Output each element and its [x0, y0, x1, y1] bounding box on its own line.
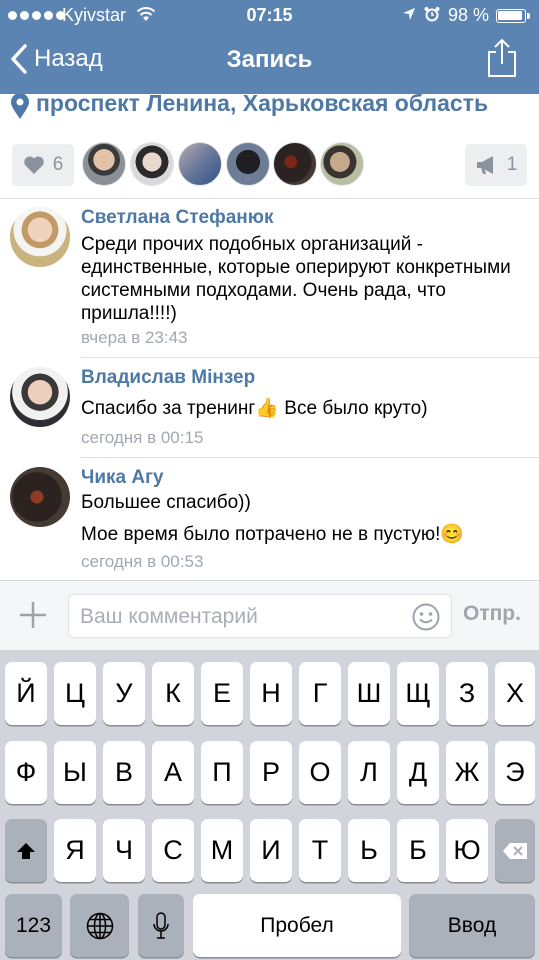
plus-icon[interactable]: [18, 600, 48, 630]
key[interactable]: Щ: [397, 662, 439, 725]
key[interactable]: Ц: [54, 662, 96, 725]
avatar[interactable]: [10, 207, 70, 267]
top-bar: Kyivstar 07:15 98 % Назад Запись: [0, 0, 539, 94]
liker-avatar[interactable]: [273, 142, 317, 186]
numbers-key[interactable]: 123: [5, 894, 62, 957]
key[interactable]: Л: [348, 741, 390, 804]
comment-text: Среди прочих подобных организаций - един…: [81, 234, 511, 324]
map-pin-icon: [11, 94, 29, 119]
keyboard: Й Ц У К Е Н Г Ш Щ З Х Ф Ы В А П Р О Л Д …: [0, 650, 539, 960]
comment-text-part: Спасибо за тренинг: [81, 398, 256, 419]
comment-text-part: Мое время было потрачено не в пустую!: [81, 524, 441, 545]
key[interactable]: Ю: [446, 819, 488, 882]
key[interactable]: Ь: [348, 819, 390, 882]
battery-percent: 98 %: [448, 5, 490, 25]
key[interactable]: З: [446, 662, 488, 725]
backspace-key[interactable]: [495, 819, 535, 882]
key[interactable]: О: [299, 741, 341, 804]
comment-timestamp: сегодня в 00:15: [81, 428, 204, 447]
key[interactable]: Й: [5, 662, 47, 725]
key[interactable]: Ф: [5, 741, 47, 804]
backspace-icon: [503, 842, 527, 859]
key[interactable]: М: [201, 819, 243, 882]
microphone-icon: [153, 911, 169, 939]
comment-text-line: Большее спасибо)): [81, 492, 251, 513]
comment-text-part: Все было круто): [279, 398, 428, 419]
key[interactable]: Д: [397, 741, 439, 804]
avatar[interactable]: [10, 467, 70, 527]
key[interactable]: Ы: [54, 741, 96, 804]
repost-count: 1: [506, 154, 518, 175]
location-services-icon: [403, 8, 415, 20]
comment-timestamp: сегодня в 00:53: [81, 552, 204, 571]
liker-avatar[interactable]: [130, 142, 174, 186]
key[interactable]: Ж: [446, 741, 488, 804]
comment-item: Чика Агу Большее спасибо)) Мое время был…: [0, 459, 539, 579]
comment-timestamp: вчера в 23:43: [81, 328, 188, 347]
comment-input[interactable]: Ваш комментарий: [68, 594, 452, 638]
dictation-key[interactable]: [138, 894, 184, 957]
key[interactable]: Э: [495, 741, 535, 804]
liker-avatar[interactable]: [82, 142, 126, 186]
key[interactable]: Я: [54, 819, 96, 882]
comment-author[interactable]: Владислав Мінзер: [81, 367, 255, 389]
send-button[interactable]: Отпр.: [463, 602, 521, 626]
page-title: Запись: [226, 46, 313, 73]
liker-avatar[interactable]: [226, 142, 270, 186]
key[interactable]: Е: [201, 662, 243, 725]
key[interactable]: Н: [250, 662, 292, 725]
comment-text: Спасибо за тренинг👍 Все было круто): [81, 397, 531, 420]
space-key[interactable]: Пробел: [193, 894, 401, 957]
status-bar: Kyivstar 07:15 98 %: [0, 0, 539, 32]
alarm-icon: [424, 7, 440, 22]
key[interactable]: Б: [397, 819, 439, 882]
divider: [81, 357, 539, 358]
heart-icon: [23, 156, 44, 174]
key[interactable]: И: [250, 819, 292, 882]
comment-text-line: Мое время было потрачено не в пустую!😊: [81, 523, 531, 546]
repost-button[interactable]: 1: [465, 144, 527, 186]
comment-composer: Ваш комментарий Отпр.: [0, 580, 539, 650]
smiling-face-icon: 😊: [440, 524, 465, 545]
like-count: 6: [52, 154, 64, 175]
like-button[interactable]: 6: [12, 144, 74, 186]
comment-author[interactable]: Чика Агу: [81, 467, 164, 489]
likes-row: 6 1: [0, 124, 539, 199]
thumbs-up-icon: 👍: [255, 398, 280, 419]
comment-text: Большее спасибо)) Мое время было потраче…: [81, 491, 531, 546]
liker-avatar[interactable]: [178, 142, 222, 186]
comment-input-placeholder: Ваш комментарий: [80, 605, 258, 628]
globe-icon: [86, 912, 113, 939]
key[interactable]: Ш: [348, 662, 390, 725]
location-text: проспект Ленина, Харьковская область: [36, 94, 489, 116]
shift-key[interactable]: [5, 819, 47, 882]
key[interactable]: Т: [299, 819, 341, 882]
megaphone-icon: [476, 156, 493, 174]
comment-item: Владислав Мінзер Спасибо за тренинг👍 Все…: [0, 359, 539, 459]
comment-author[interactable]: Светлана Стефанюк: [81, 207, 273, 229]
battery-icon: [496, 9, 530, 23]
key[interactable]: П: [201, 741, 243, 804]
key[interactable]: А: [152, 741, 194, 804]
divider: [81, 457, 539, 458]
smiley-icon[interactable]: [411, 602, 441, 632]
key[interactable]: К: [152, 662, 194, 725]
comment-item: Светлана Стефанюк Среди прочих подобных …: [0, 199, 539, 359]
key[interactable]: Ч: [103, 819, 145, 882]
key[interactable]: Г: [299, 662, 341, 725]
navigation-bar: Назад Запись: [0, 32, 539, 94]
post-location[interactable]: проспект Ленина, Харьковская область: [0, 94, 539, 124]
key[interactable]: У: [103, 662, 145, 725]
key[interactable]: Р: [250, 741, 292, 804]
shift-arrow-icon: [17, 842, 35, 859]
key[interactable]: Х: [495, 662, 535, 725]
liker-avatar[interactable]: [320, 142, 364, 186]
share-icon[interactable]: [487, 38, 517, 78]
return-key[interactable]: Ввод: [409, 894, 535, 957]
language-key[interactable]: [70, 894, 129, 957]
key[interactable]: В: [103, 741, 145, 804]
avatar[interactable]: [10, 367, 70, 427]
key[interactable]: С: [152, 819, 194, 882]
